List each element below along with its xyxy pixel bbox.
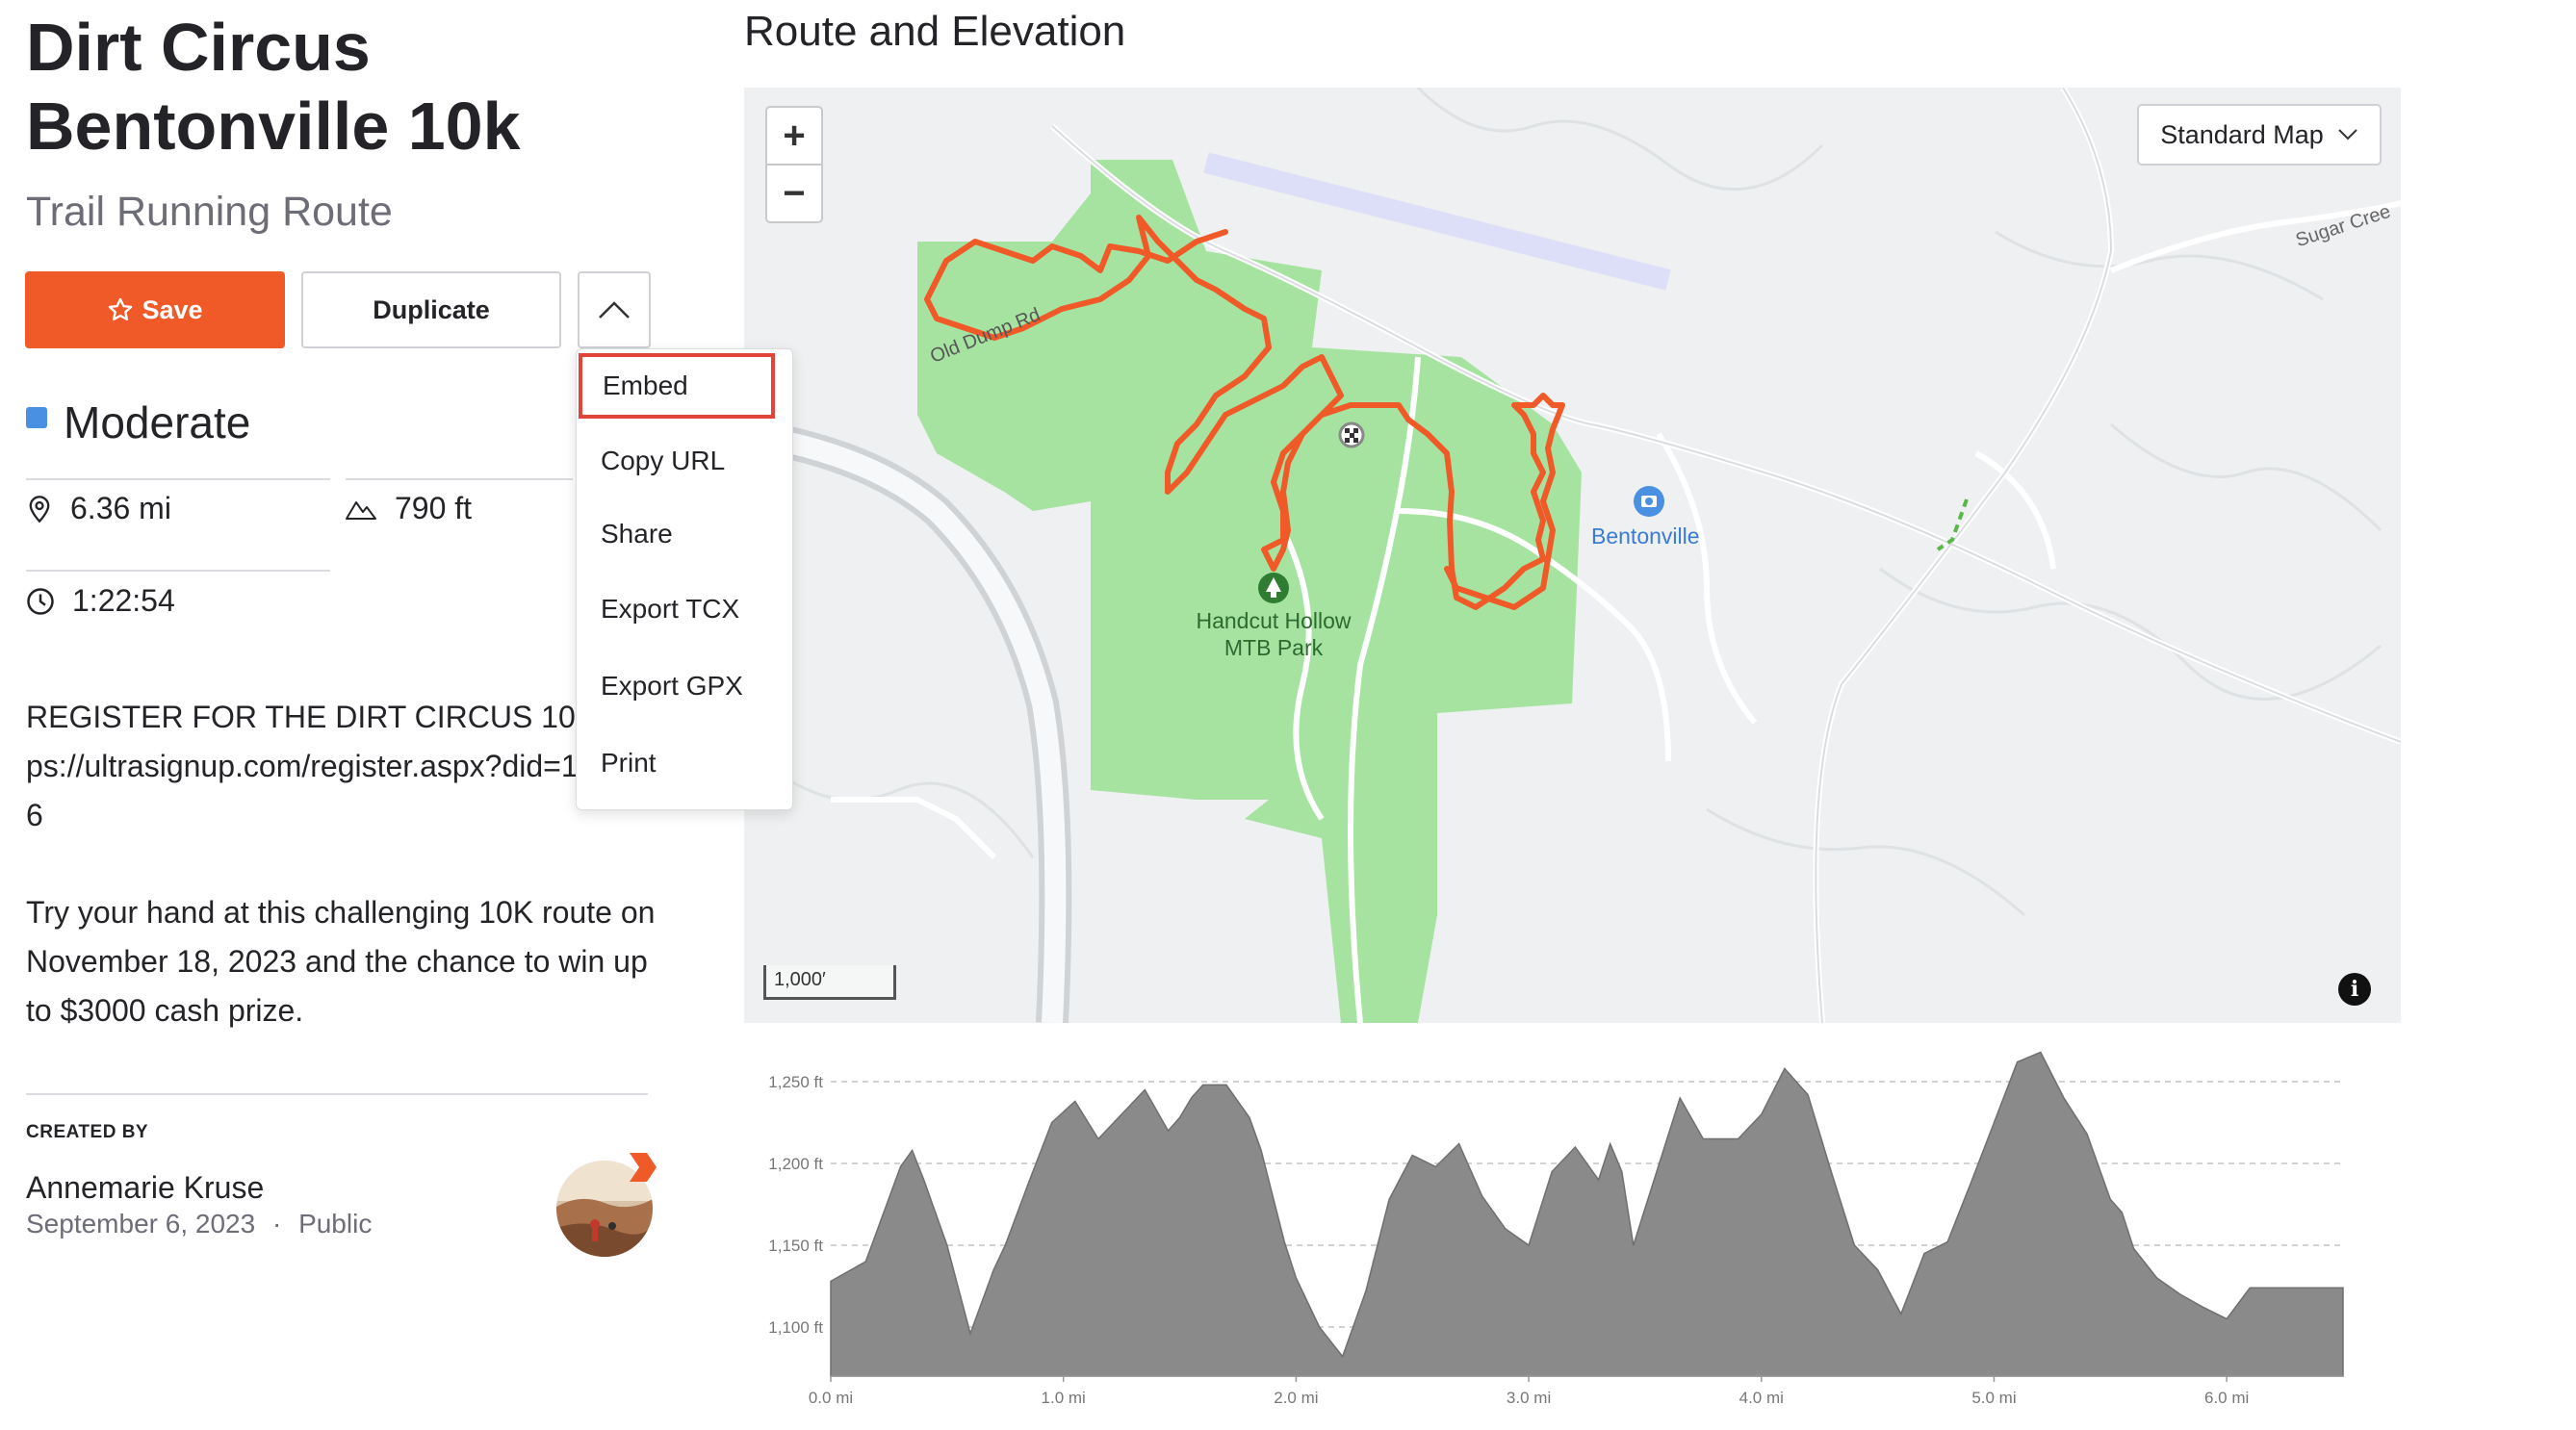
x-tick-label: 2.0 mi — [1274, 1389, 1318, 1407]
route-map[interactable]: Old Dump Rd Sugar Cree Bentonville Handc… — [744, 88, 2401, 1023]
divider — [26, 570, 330, 572]
star-icon — [109, 297, 133, 321]
duration-stat: 1:22:54 — [26, 583, 175, 619]
difficulty-label: Moderate — [64, 397, 251, 447]
zoom-control: + − — [765, 106, 823, 223]
difficulty: Moderate — [26, 396, 250, 448]
elevation-area — [830, 1051, 2344, 1377]
park-name-line1: Handcut Hollow — [1196, 608, 1352, 633]
visibility: Public — [298, 1209, 373, 1238]
x-tick-label: 0.0 mi — [809, 1389, 853, 1407]
meta-separator: · — [271, 1209, 282, 1238]
y-tick-label: 1,150 ft — [768, 1237, 823, 1255]
y-tick-label: 1,100 ft — [768, 1318, 823, 1337]
map-scale: 1,000′ — [763, 965, 896, 1000]
map-canvas — [744, 88, 2401, 1023]
map-type-select[interactable]: Standard Map — [2137, 104, 2382, 166]
register-text: REGISTER FOR THE DIRT CIRCUS 10K: https:… — [26, 700, 648, 832]
menu-item-share[interactable]: Share — [577, 501, 792, 567]
difficulty-indicator — [26, 407, 47, 428]
distance-value: 6.36 mi — [70, 491, 171, 525]
x-tick-label: 1.0 mi — [1042, 1389, 1086, 1407]
route-type: Trail Running Route — [26, 189, 393, 235]
divider — [26, 478, 330, 480]
menu-item-embed[interactable]: Embed — [579, 353, 775, 419]
creator-meta: September 6, 2023 · Public — [26, 1209, 372, 1239]
park-label: Handcut Hollow MTB Park — [1187, 607, 1360, 661]
elevation-value: 790 ft — [395, 491, 473, 525]
divider — [346, 478, 573, 480]
created-by-label: CREATED BY — [26, 1122, 149, 1142]
divider — [26, 1093, 648, 1095]
elevation-chart[interactable]: 1,100 ft 1,150 ft 1,200 ft 1,250 ft 0.0 mi 1.… — [744, 1049, 2400, 1415]
menu-item-export-gpx[interactable]: Export GPX — [577, 653, 792, 719]
y-tick-label: 1,200 ft — [768, 1155, 823, 1173]
chevron-up-icon — [599, 301, 630, 319]
save-label: Save — [142, 294, 203, 324]
map-type-label: Standard Map — [2160, 119, 2324, 149]
x-tick-label: 3.0 mi — [1507, 1389, 1551, 1407]
subscriber-badge-icon — [630, 1153, 657, 1182]
creator-name[interactable]: Annemarie Kruse — [26, 1170, 264, 1206]
info-icon[interactable]: i — [2338, 973, 2371, 1006]
menu-item-copy-url[interactable]: Copy URL — [577, 428, 792, 494]
park-name-line2: MTB Park — [1224, 635, 1324, 660]
promo-text: Try your hand at this challenging 10K ro… — [26, 895, 656, 1028]
distance-stat: 6.36 mi — [26, 491, 171, 526]
x-tick-label: 6.0 mi — [2204, 1389, 2249, 1407]
x-tick-label: 4.0 mi — [1739, 1389, 1784, 1407]
x-tick-label: 5.0 mi — [1971, 1389, 2016, 1407]
chevron-down-icon — [2338, 129, 2357, 140]
route-title: Dirt Circus Bentonville 10k — [26, 10, 521, 164]
zoom-in-button[interactable]: + — [767, 108, 821, 164]
section-title: Route and Elevation — [744, 8, 1126, 55]
zoom-out-button[interactable]: − — [767, 166, 821, 221]
route-description: REGISTER FOR THE DIRT CIRCUS 10K: https:… — [26, 693, 661, 1084]
elevation-stat: 790 ft — [345, 491, 472, 526]
duplicate-button[interactable]: Duplicate — [301, 271, 561, 348]
menu-item-print[interactable]: Print — [577, 730, 792, 796]
actions-menu: Embed Copy URL Share Export TCX Export GPX Pr… — [576, 348, 793, 810]
location-pin-icon — [29, 495, 50, 523]
duration-value: 1:22:54 — [72, 583, 175, 618]
place-label: Bentonville — [1591, 523, 1700, 549]
elevation-icon — [346, 500, 376, 520]
menu-item-export-tcx[interactable]: Export TCX — [577, 576, 792, 642]
created-date: September 6, 2023 — [26, 1209, 256, 1238]
clock-icon — [27, 587, 54, 615]
y-tick-label: 1,250 ft — [768, 1073, 823, 1091]
more-actions-button[interactable] — [578, 271, 651, 348]
save-button[interactable]: Save — [25, 271, 285, 348]
